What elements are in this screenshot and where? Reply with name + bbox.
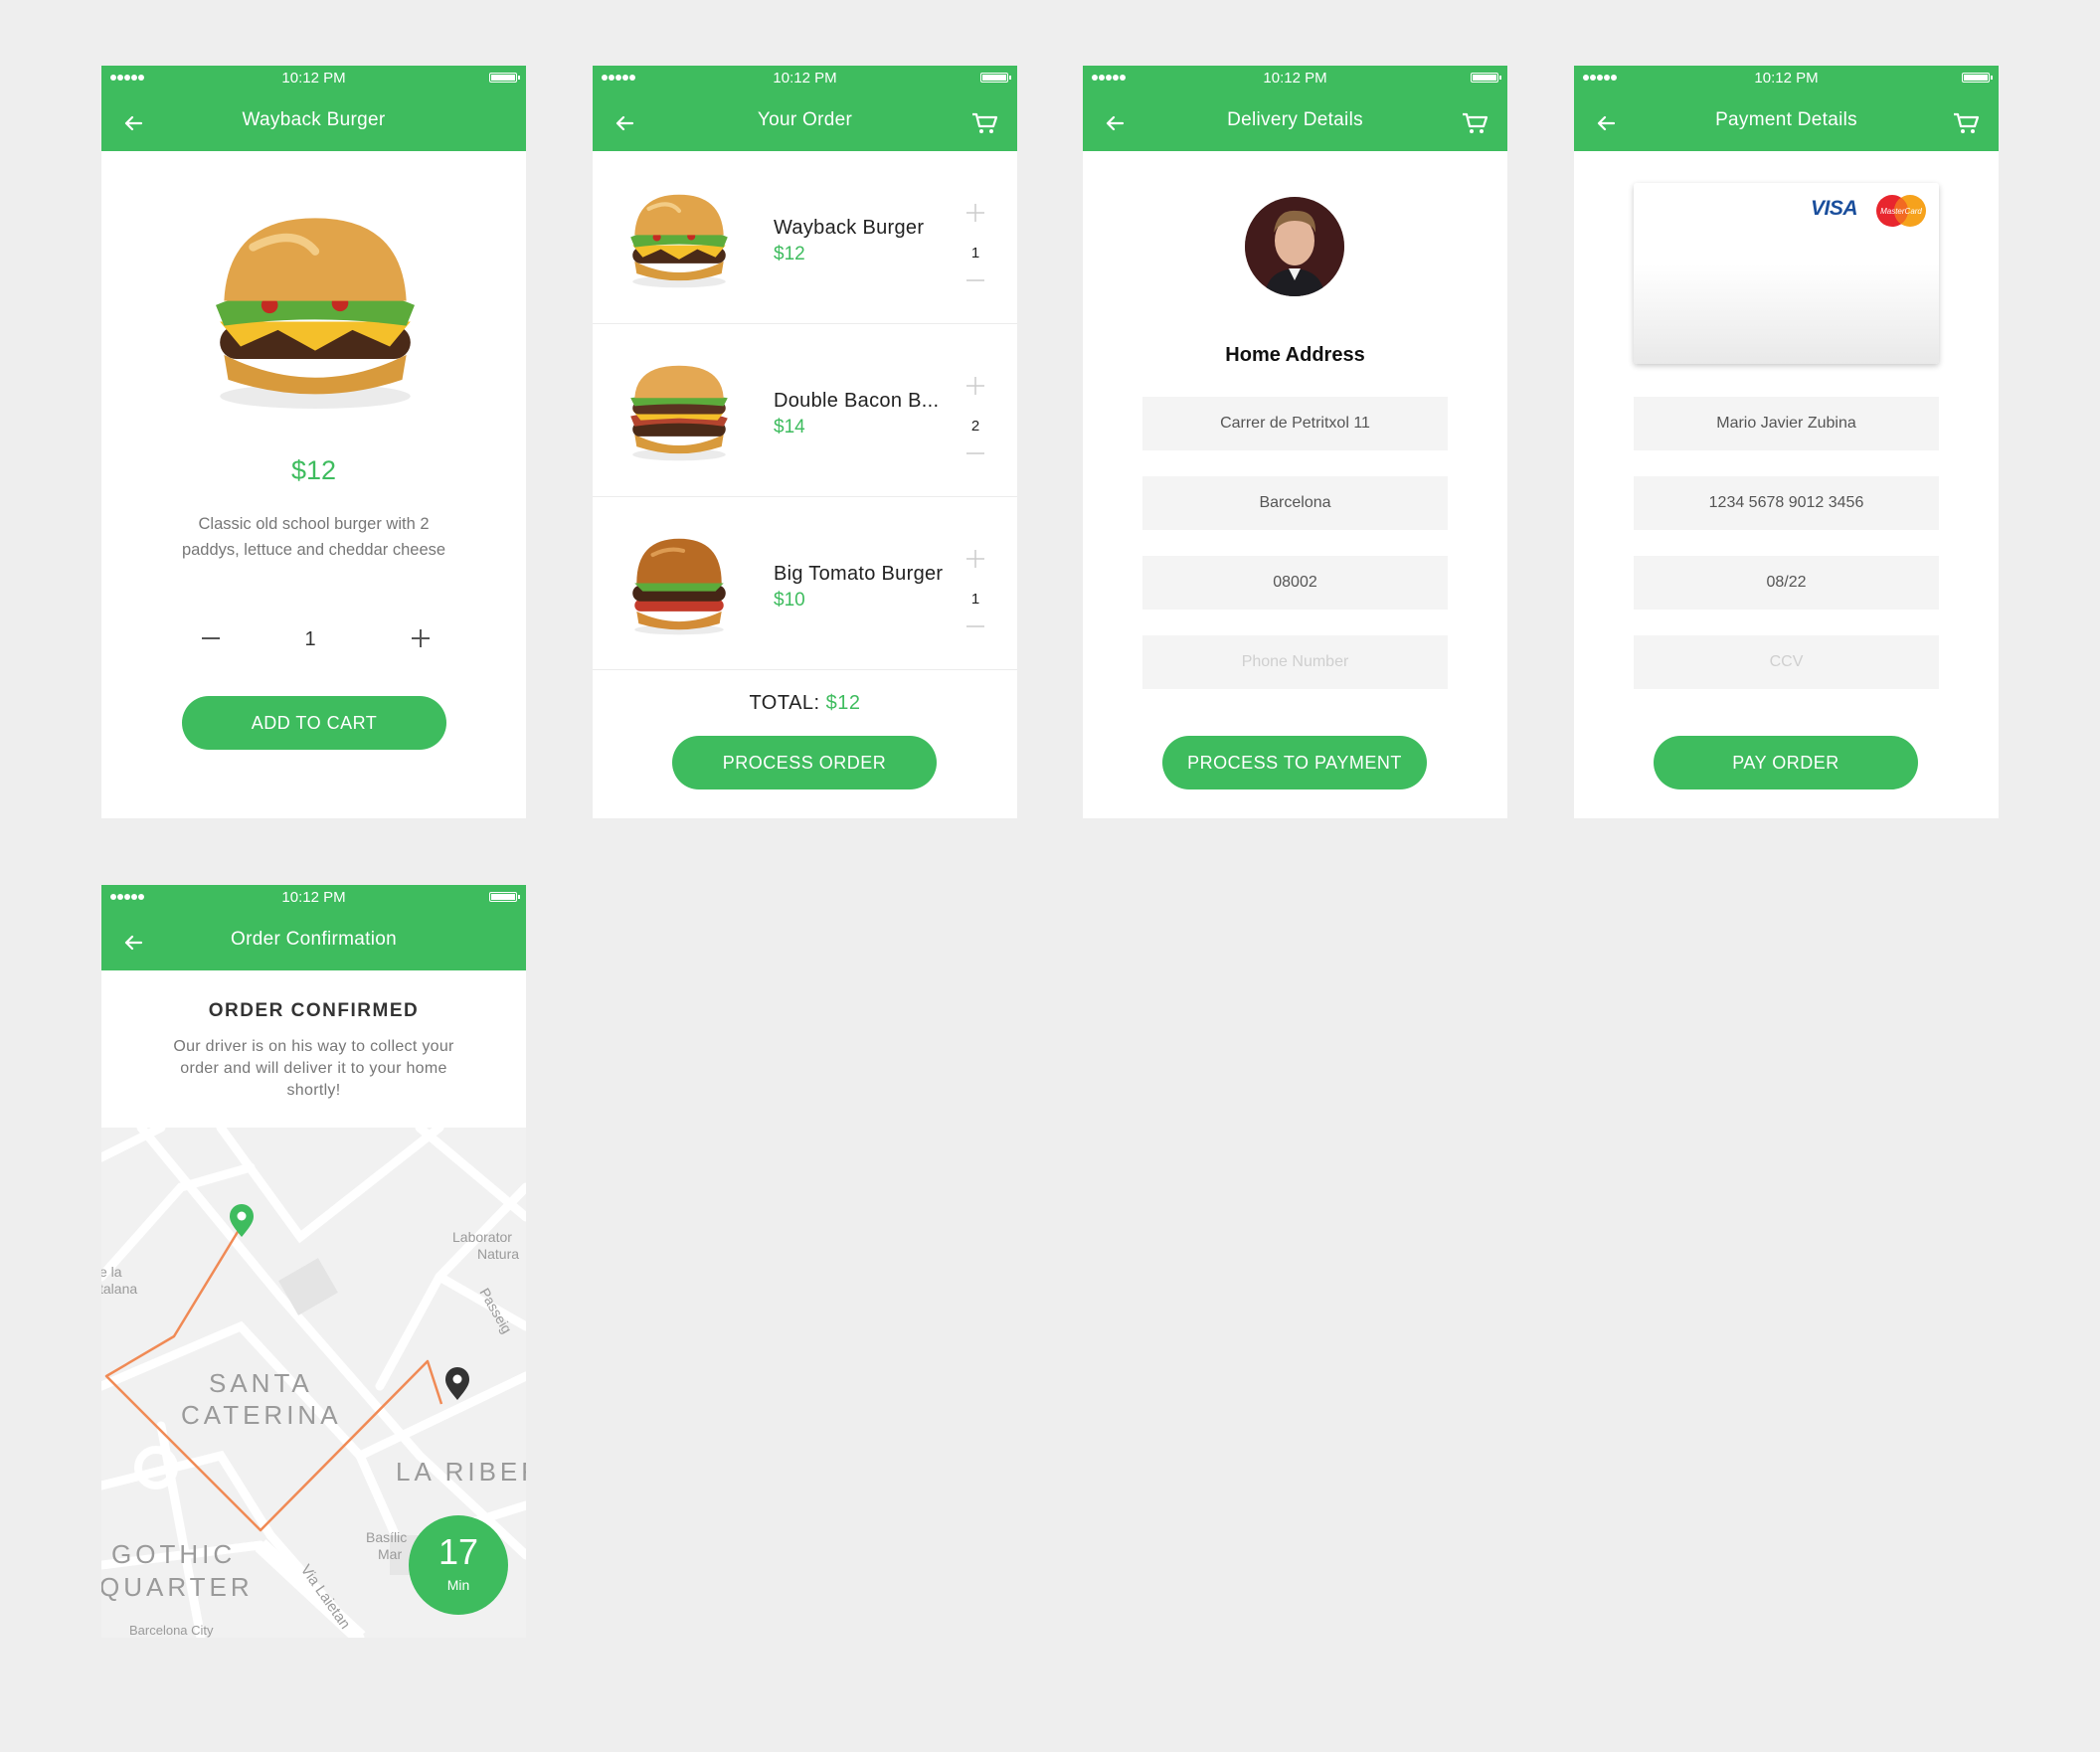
minus-icon[interactable] xyxy=(965,616,985,636)
screen-delivery: 10:12 PM Delivery Details Home Address C… xyxy=(1083,66,1507,818)
confirmation-heading: ORDER CONFIRMED xyxy=(208,1000,420,1021)
total-value: $12 xyxy=(825,692,861,714)
visa-logo: VISA xyxy=(1811,197,1858,220)
order-item-qty: 2 xyxy=(970,418,980,435)
map-label: e la xyxy=(101,1264,122,1280)
page-title: Payment Details xyxy=(1715,109,1857,130)
order-total: TOTAL: $12 xyxy=(593,692,1017,715)
order-item-price: $12 xyxy=(774,244,805,264)
map-label: talana xyxy=(101,1281,137,1297)
order-item-image xyxy=(618,533,740,637)
product-image xyxy=(191,195,439,424)
header-bar: 10:12 PM Order Confirmation xyxy=(101,885,526,970)
order-item-name: Double Bacon B... xyxy=(774,390,940,412)
status-bar: 10:12 PM xyxy=(1083,66,1507,91)
order-item: Big Tomato Burger $10 1 xyxy=(593,497,1017,670)
order-item-qty: 1 xyxy=(970,245,980,262)
status-bar: 10:12 PM xyxy=(101,885,526,911)
expiry-field[interactable]: 08/22 xyxy=(1634,556,1939,610)
battery-icon xyxy=(489,73,520,83)
plus-icon[interactable] xyxy=(965,376,985,396)
cardholder-field[interactable]: Mario Javier Zubina xyxy=(1634,397,1939,450)
confirmation-text: Our driver is on his way to collect your… xyxy=(173,1038,454,1099)
order-item-price: $14 xyxy=(774,417,805,438)
ccv-field[interactable]: CCV xyxy=(1634,635,1939,689)
minus-icon[interactable] xyxy=(965,443,985,463)
battery-icon xyxy=(489,892,520,902)
status-bar: 10:12 PM xyxy=(1574,66,1999,91)
order-item: Wayback Burger $12 1 xyxy=(593,151,1017,324)
order-item-qty: 1 xyxy=(970,591,980,608)
avatar xyxy=(1245,197,1344,296)
map-label: Laborator xyxy=(452,1229,512,1245)
plus-icon[interactable] xyxy=(409,626,433,650)
order-item: Double Bacon B... $14 2 xyxy=(593,324,1017,497)
map-label: CATERINA xyxy=(181,1400,342,1430)
process-to-payment-button[interactable]: PROCESS TO PAYMENT xyxy=(1162,736,1427,789)
screen-order: 10:12 PM Your Order Wayback Burger $12 1… xyxy=(593,66,1017,818)
credit-card: VISA MasterCard xyxy=(1634,183,1939,364)
eta-badge: 17 Min xyxy=(409,1515,508,1615)
cart-icon[interactable] xyxy=(1953,111,1981,135)
total-label: TOTAL: xyxy=(749,692,820,714)
status-bar: 10:12 PM xyxy=(101,66,526,91)
status-time: 10:12 PM xyxy=(773,70,837,87)
status-time: 10:12 PM xyxy=(281,889,346,906)
order-item-price: $10 xyxy=(774,590,805,611)
map-label: QUARTER xyxy=(101,1572,254,1602)
mastercard-logo: MasterCard xyxy=(1876,195,1926,227)
page-title: Delivery Details xyxy=(1227,109,1363,130)
phone-field[interactable]: Phone Number xyxy=(1142,635,1448,689)
map-label: LA RIBEF xyxy=(396,1457,526,1487)
cart-icon[interactable] xyxy=(1462,111,1489,135)
map-label: Natura xyxy=(477,1246,519,1262)
eta-value: 17 xyxy=(438,1531,479,1572)
page-title: Wayback Burger xyxy=(242,109,386,130)
mastercard-text: MasterCard xyxy=(1880,207,1922,216)
battery-icon xyxy=(1962,73,1993,83)
plus-icon[interactable] xyxy=(965,203,985,223)
zip-field[interactable]: 08002 xyxy=(1142,556,1448,610)
page-title: Order Confirmation xyxy=(231,929,397,950)
city-field[interactable]: Barcelona xyxy=(1142,476,1448,530)
status-bar: 10:12 PM xyxy=(593,66,1017,91)
order-item-name: Wayback Burger xyxy=(774,217,925,239)
map-label: Basílic xyxy=(366,1529,407,1545)
header-bar: 10:12 PM Payment Details xyxy=(1574,66,1999,151)
add-to-cart-button[interactable]: ADD TO CART xyxy=(182,696,446,750)
pay-order-button[interactable]: PAY ORDER xyxy=(1654,736,1918,789)
card-number-field[interactable]: 1234 5678 9012 3456 xyxy=(1634,476,1939,530)
eta-unit: Min xyxy=(446,1577,470,1593)
cart-icon[interactable] xyxy=(971,111,999,135)
screen-confirmation: 10:12 PM Order Confirmation ORDER CONFIR… xyxy=(101,885,526,1638)
map-label: Barcelona City xyxy=(129,1623,214,1638)
product-price: $12 xyxy=(290,455,337,485)
order-item-name: Big Tomato Burger xyxy=(774,563,944,585)
header-bar: 10:12 PM Delivery Details xyxy=(1083,66,1507,151)
plus-icon[interactable] xyxy=(965,549,985,569)
header-bar: 10:12 PM Wayback Burger xyxy=(101,66,526,151)
minus-icon[interactable] xyxy=(965,270,985,290)
process-order-button[interactable]: PROCESS ORDER xyxy=(672,736,937,789)
map-label: SANTA xyxy=(209,1368,313,1398)
status-time: 10:12 PM xyxy=(281,70,346,87)
header-bar: 10:12 PM Your Order xyxy=(593,66,1017,151)
minus-icon[interactable] xyxy=(199,626,223,650)
screen-payment: 10:12 PM Payment Details VISA MasterCard… xyxy=(1574,66,1999,818)
page-title: Your Order xyxy=(757,109,853,130)
map-label: Mar xyxy=(378,1546,402,1562)
battery-icon xyxy=(1471,73,1501,83)
screen-product: 10:12 PM Wayback Burger $12 Classic old … xyxy=(101,66,526,818)
section-title: Home Address xyxy=(1225,344,1365,366)
status-time: 10:12 PM xyxy=(1263,70,1327,87)
battery-icon xyxy=(980,73,1011,83)
order-item-image xyxy=(618,360,740,464)
map-label: GOTHIC xyxy=(111,1539,236,1569)
order-item-image xyxy=(618,187,740,291)
product-description: Classic old school burger with 2 paddys,… xyxy=(181,515,446,559)
status-time: 10:12 PM xyxy=(1754,70,1819,87)
quantity-value: 1 xyxy=(304,628,316,650)
address-field[interactable]: Carrer de Petritxol 11 xyxy=(1142,397,1448,450)
